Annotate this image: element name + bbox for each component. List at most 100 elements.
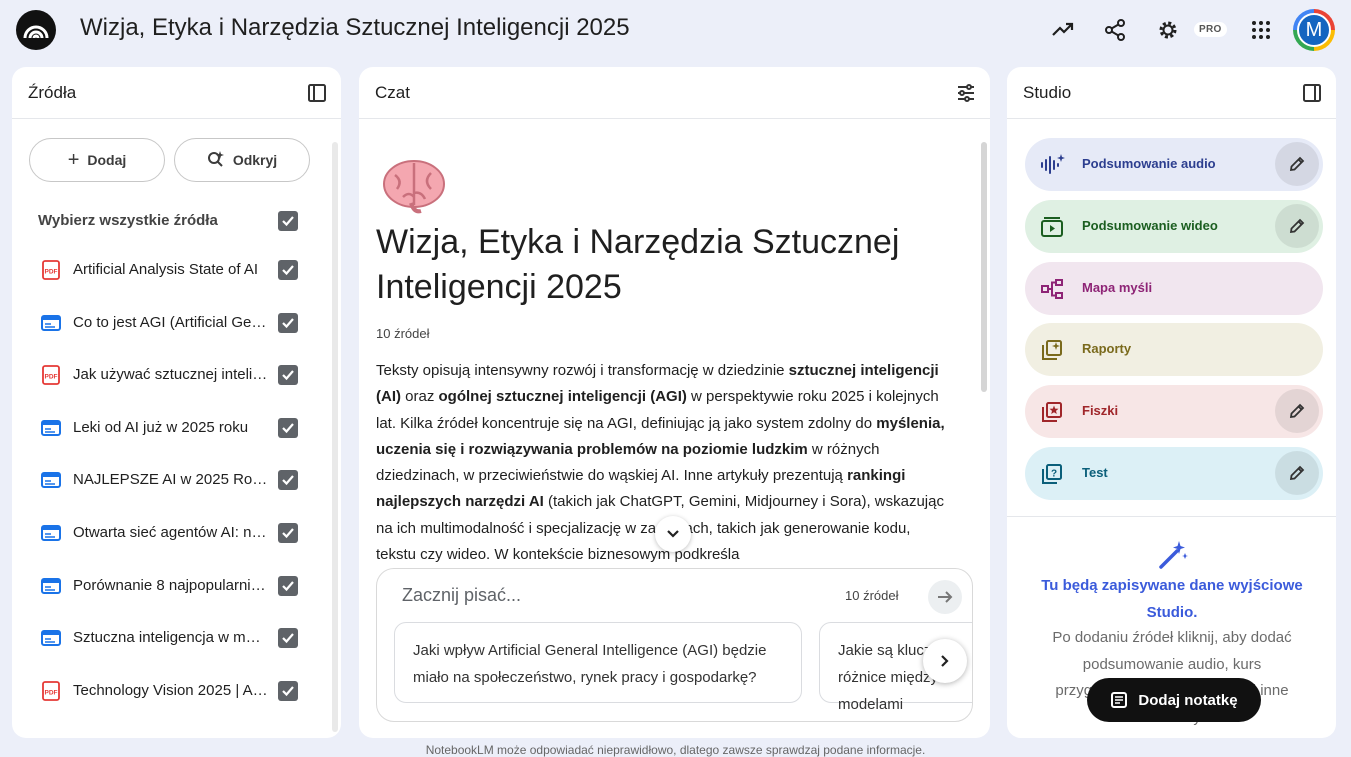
source-item[interactable]: PDF Artificial Analysis State of AI (12, 260, 322, 313)
source-item[interactable]: Co to jest AGI (Artificial General (12, 312, 322, 366)
avatar[interactable]: M (1293, 9, 1335, 51)
tune-settings-icon[interactable] (954, 81, 978, 105)
sources-scrollbar[interactable] (332, 142, 338, 732)
send-button[interactable] (928, 580, 962, 614)
web-page-icon (41, 313, 61, 333)
next-suggestions-button[interactable] (923, 639, 967, 683)
footer-disclaimer: NotebookLM może odpowiadać nieprawidłowo… (425, 743, 926, 757)
source-label: Otwarta sieć agentów AI: nowa (73, 524, 268, 541)
source-item[interactable]: Sztuczna inteligencja w medycynie (12, 628, 322, 681)
source-checkbox[interactable] (278, 470, 298, 491)
source-label: Jak używać sztucznej inteligencji (73, 366, 268, 384)
source-checkbox[interactable] (278, 312, 298, 333)
top-bar: Wizja, Etyka i Narzędzia Sztucznej Intel… (0, 0, 1351, 60)
flashcards-icon (1039, 399, 1065, 425)
svg-text:PDF: PDF (45, 689, 58, 696)
source-checkbox[interactable] (278, 365, 298, 386)
notebook-heading: Wizja, Etyka i Narzędzia Sztucznej Intel… (376, 223, 900, 306)
pdf-file-icon: PDF (41, 260, 61, 280)
web-page-icon (41, 418, 61, 438)
studio-item-label: Fiszki (1082, 403, 1119, 419)
source-item[interactable]: Leki od AI już w 2025 roku (12, 417, 322, 471)
chat-body: Wizja, Etyka i Narzędzia Sztucznej Intel… (359, 120, 990, 738)
source-checkbox[interactable] (278, 680, 298, 701)
studio-item[interactable]: Podsumowanie audio (1025, 138, 1323, 191)
note-icon (1111, 692, 1128, 708)
source-label: Sztuczna inteligencja w medycynie (73, 629, 268, 647)
svg-text:PDF: PDF (45, 269, 58, 276)
add-note-button[interactable]: Dodaj notatkę (1087, 678, 1261, 722)
edit-pencil-icon[interactable] (1275, 203, 1319, 248)
sources-panel: Źródła + Dodaj Odkryj Wybierz wszystkie … (12, 67, 341, 738)
studio-item-label: Podsumowanie audio (1082, 156, 1216, 171)
edit-pencil-icon[interactable] (1275, 389, 1319, 434)
scroll-down-button[interactable] (655, 516, 691, 552)
plus-icon: + (67, 149, 80, 171)
chat-input[interactable]: Zacznij pisać... (402, 585, 521, 606)
source-label: NAJLEPSZE AI w 2025 Roku (73, 471, 268, 489)
select-all-label: Wybierz wszystkie źródła (38, 212, 218, 229)
source-item[interactable]: Otwarta sieć agentów AI: nowa (12, 523, 322, 576)
discover-sources-button[interactable]: Odkryj (174, 138, 310, 182)
studio-divider (1007, 516, 1336, 517)
settings-gear-icon[interactable] (1154, 16, 1182, 44)
apps-grid-icon[interactable] (1247, 16, 1275, 44)
add-source-label: Dodaj (87, 152, 127, 168)
source-item[interactable]: Porównanie 8 najpopularniejszych (12, 575, 322, 629)
chat-panel: Czat Wizja, Etyka i Narzędzia Sztucznej … (359, 67, 990, 738)
edit-pencil-icon[interactable] (1275, 142, 1319, 186)
source-checkbox[interactable] (278, 628, 298, 649)
suggestion-chip[interactable]: Jaki wpływ Artificial General Intelligen… (394, 622, 802, 703)
mind-map-icon (1039, 276, 1065, 302)
share-icon[interactable] (1101, 16, 1129, 44)
quiz-icon: ? (1039, 461, 1065, 487)
source-checkbox[interactable] (278, 575, 298, 596)
select-all-checkbox[interactable] (278, 211, 298, 231)
analytics-icon[interactable] (1049, 16, 1077, 44)
web-page-icon (41, 523, 61, 543)
chat-title: Czat (375, 82, 410, 102)
arrow-right-icon (938, 591, 953, 603)
composer-source-count: 10 źródeł (845, 588, 899, 603)
chevron-down-icon (667, 530, 679, 538)
studio-item[interactable]: Fiszki (1025, 385, 1323, 439)
collapse-panel-icon[interactable] (305, 81, 329, 105)
source-checkbox[interactable] (278, 417, 298, 438)
source-checkbox[interactable] (278, 523, 298, 543)
svg-text:PDF: PDF (45, 374, 58, 381)
notebooklm-logo-icon[interactable] (16, 10, 56, 50)
brain-emoji-icon (381, 155, 447, 215)
web-page-icon (41, 576, 61, 596)
source-item[interactable]: NAJLEPSZE AI w 2025 Roku (12, 470, 322, 523)
collapse-panel-icon[interactable] (1300, 81, 1324, 105)
chat-composer: Zacznij pisać... 10 źródeł Jaki wpływ Ar… (376, 568, 973, 722)
studio-item-label: Podsumowanie wideo (1082, 217, 1218, 233)
source-label: Technology Vision 2025 | Accenture (73, 681, 268, 699)
pro-badge: PRO (1194, 22, 1227, 37)
chat-scrollbar[interactable] (981, 142, 987, 392)
source-label: Co to jest AGI (Artificial General (73, 313, 268, 331)
studio-item[interactable]: Podsumowanie wideo (1025, 199, 1323, 253)
studio-item-label: Test (1082, 465, 1108, 480)
source-item[interactable]: PDF Jak używać sztucznej inteligencji (12, 365, 322, 418)
discover-search-icon (207, 150, 225, 171)
studio-item[interactable]: Mapa myśli (1025, 261, 1323, 315)
source-item[interactable]: PDF Technology Vision 2025 | Accenture (12, 680, 322, 734)
svg-text:?: ? (1051, 469, 1057, 480)
notebook-title[interactable]: Wizja, Etyka i Narzędzia Sztucznej Intel… (80, 14, 630, 42)
studio-item[interactable]: ? Test (1025, 447, 1323, 500)
avatar-initial: M (1297, 13, 1331, 47)
chat-header: Czat (359, 67, 990, 119)
source-label: Artificial Analysis State of AI (73, 261, 259, 278)
studio-item-label: Mapa myśli (1082, 279, 1153, 295)
add-note-label: Dodaj notatkę (1138, 691, 1238, 709)
source-count: 10 źródeł (376, 326, 430, 341)
pdf-file-icon: PDF (41, 680, 61, 701)
studio-item[interactable]: Raporty (1025, 323, 1323, 377)
studio-header: Studio (1007, 67, 1336, 119)
sources-title: Źródła (28, 82, 77, 102)
source-checkbox[interactable] (278, 260, 298, 280)
add-source-button[interactable]: + Dodaj (29, 138, 165, 182)
edit-pencil-icon[interactable] (1275, 451, 1319, 495)
studio-item-label: Raporty (1082, 341, 1132, 357)
